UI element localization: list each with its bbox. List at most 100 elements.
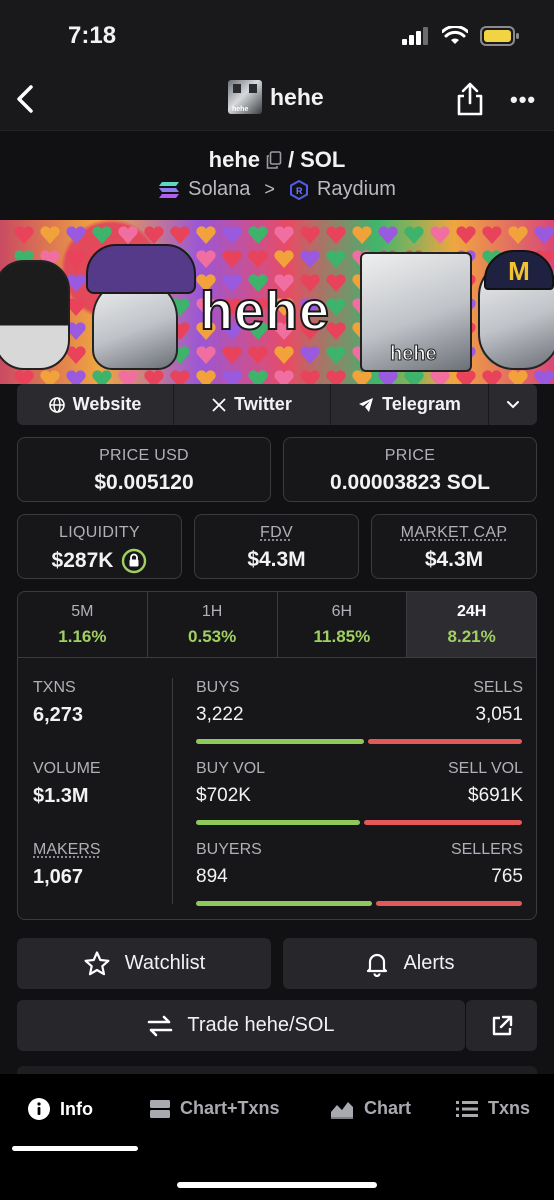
tab-chart-txns[interactable]: Chart+Txns	[150, 1098, 280, 1119]
x-logo-icon	[212, 397, 226, 412]
buyers-value: 894	[196, 866, 228, 887]
base-symbol: hehe	[208, 147, 260, 172]
home-indicator[interactable]	[177, 1182, 377, 1188]
tab-24h-change: 8.21%	[447, 627, 496, 646]
makers-row: MAKERS 1,067 BUYERS 894 SELLERS 765	[18, 841, 536, 919]
heart-shape	[196, 370, 216, 384]
twitter-link[interactable]: Twitter	[174, 384, 331, 425]
list-icon	[456, 1100, 478, 1117]
pair-separator: /	[288, 147, 295, 172]
more-links-dropdown[interactable]	[489, 384, 537, 425]
heart-shape	[196, 226, 216, 244]
heart-shape	[274, 226, 294, 244]
website-label: Website	[72, 394, 142, 414]
heart-shape	[482, 370, 502, 384]
heart-shape	[326, 226, 346, 244]
heart-shape	[92, 370, 112, 384]
tab-txns[interactable]: Txns	[456, 1098, 530, 1119]
heart-shape	[326, 370, 346, 384]
telegram-label: Telegram	[382, 394, 461, 414]
heart-shape	[300, 346, 320, 364]
buys-sells-ratio-bar	[196, 739, 522, 744]
heart-shape	[456, 226, 476, 244]
website-link[interactable]: Website	[17, 384, 174, 425]
fdv-card: FDV $4.3M	[194, 514, 359, 579]
market-cap-label[interactable]: MARKET CAP	[372, 524, 536, 542]
price-native-label: PRICE	[384, 447, 436, 464]
fdv-label[interactable]: FDV	[195, 524, 358, 542]
social-links-bar: Website Twitter Telegram	[17, 384, 537, 425]
price-usd-card: PRICE USD $0.005120	[17, 437, 271, 502]
raydium-logo-icon: R	[289, 179, 308, 200]
heart-shape	[300, 226, 320, 244]
heart-shape	[144, 226, 164, 244]
price-native-card: PRICE 0.00003823 SOL	[283, 437, 537, 502]
tab-info-label: Info	[60, 1098, 93, 1119]
tab-24h[interactable]: 24H 8.21%	[407, 592, 536, 657]
heart-shape	[66, 346, 86, 364]
tab-info[interactable]: Info	[28, 1098, 93, 1120]
banner-title: hehe	[199, 280, 331, 342]
tab-txns-label: Txns	[488, 1098, 531, 1118]
lock-icon[interactable]	[121, 548, 147, 574]
more-options-icon[interactable]: •••	[510, 89, 536, 111]
share-icon[interactable]	[454, 82, 486, 116]
buys-label: BUYS	[196, 679, 240, 696]
makers-label[interactable]: MAKERS	[33, 841, 101, 859]
heart-shape	[482, 226, 502, 244]
buy-vol-label: BUY VOL	[196, 760, 266, 777]
heart-shape	[378, 370, 398, 384]
tab-6h[interactable]: 6H 11.85%	[278, 592, 408, 657]
tab-1h[interactable]: 1H 0.53%	[148, 592, 278, 657]
heart-shape	[378, 226, 398, 244]
twitter-label: Twitter	[234, 394, 292, 414]
trading-stats-panel: 5M 1.16% 1H 0.53% 6H 11.85% 24H 8.21% TX…	[17, 591, 537, 920]
dex-name[interactable]: Raydium	[317, 178, 396, 201]
alerts-button[interactable]: Alerts	[283, 938, 537, 989]
watchlist-button[interactable]: Watchlist	[17, 938, 271, 989]
tab-5m[interactable]: 5M 1.16%	[18, 592, 148, 657]
buys-value: 3,222	[196, 704, 244, 725]
heart-shape	[40, 370, 60, 384]
back-chevron-icon[interactable]	[10, 82, 44, 116]
buy-vol-value: $702K	[196, 785, 251, 806]
token-header: hehe hehe	[228, 80, 324, 114]
heart-shape	[222, 226, 242, 244]
token-avatar: hehe	[228, 80, 262, 114]
sellers-bar	[375, 901, 522, 906]
heart-shape	[196, 250, 216, 268]
heart-shape	[274, 346, 294, 364]
info-icon	[28, 1098, 50, 1120]
heart-shape	[404, 226, 424, 244]
txns-row: TXNS 6,273 BUYS 3,222 SELLS 3,051	[18, 679, 536, 759]
buyers-bar	[196, 901, 372, 906]
tab-chart[interactable]: Chart	[330, 1098, 411, 1119]
heart-shape	[300, 370, 320, 384]
bottom-tab-bar: Info Chart+Txns Chart Txns	[0, 1074, 554, 1200]
tab-chart-label: Chart	[364, 1098, 412, 1118]
open-external-button[interactable]	[466, 1000, 537, 1051]
cat-gun-image: hehe	[360, 252, 472, 372]
heart-shape	[144, 370, 164, 384]
tab-chart-txns-label: Chart+Txns	[180, 1098, 280, 1118]
price-usd-value: $0.005120	[94, 471, 194, 494]
cat-bandit-image	[0, 260, 70, 370]
price-usd-label: PRICE USD	[99, 447, 189, 464]
heart-shape	[300, 250, 320, 268]
telegram-link[interactable]: Telegram	[331, 384, 489, 425]
copy-icon[interactable]	[266, 151, 282, 169]
heart-shape	[352, 226, 372, 244]
clock: 7:18	[68, 22, 117, 49]
sells-value: 3,051	[475, 704, 523, 725]
market-cap-value: $4.3M	[424, 548, 484, 571]
sell-vol-bar	[364, 820, 522, 825]
volume-ratio-bar	[196, 820, 522, 825]
chain-name[interactable]: Solana	[188, 178, 250, 201]
market-cap-card: MARKET CAP $4.3M	[371, 514, 537, 579]
trade-button[interactable]: Trade hehe/SOL	[17, 1000, 465, 1051]
liquidity-label: LIQUIDITY	[59, 524, 140, 541]
heart-shape	[534, 370, 554, 384]
active-tab-indicator	[12, 1146, 138, 1151]
heart-shape	[118, 226, 138, 244]
watchlist-label: Watchlist	[124, 952, 206, 974]
